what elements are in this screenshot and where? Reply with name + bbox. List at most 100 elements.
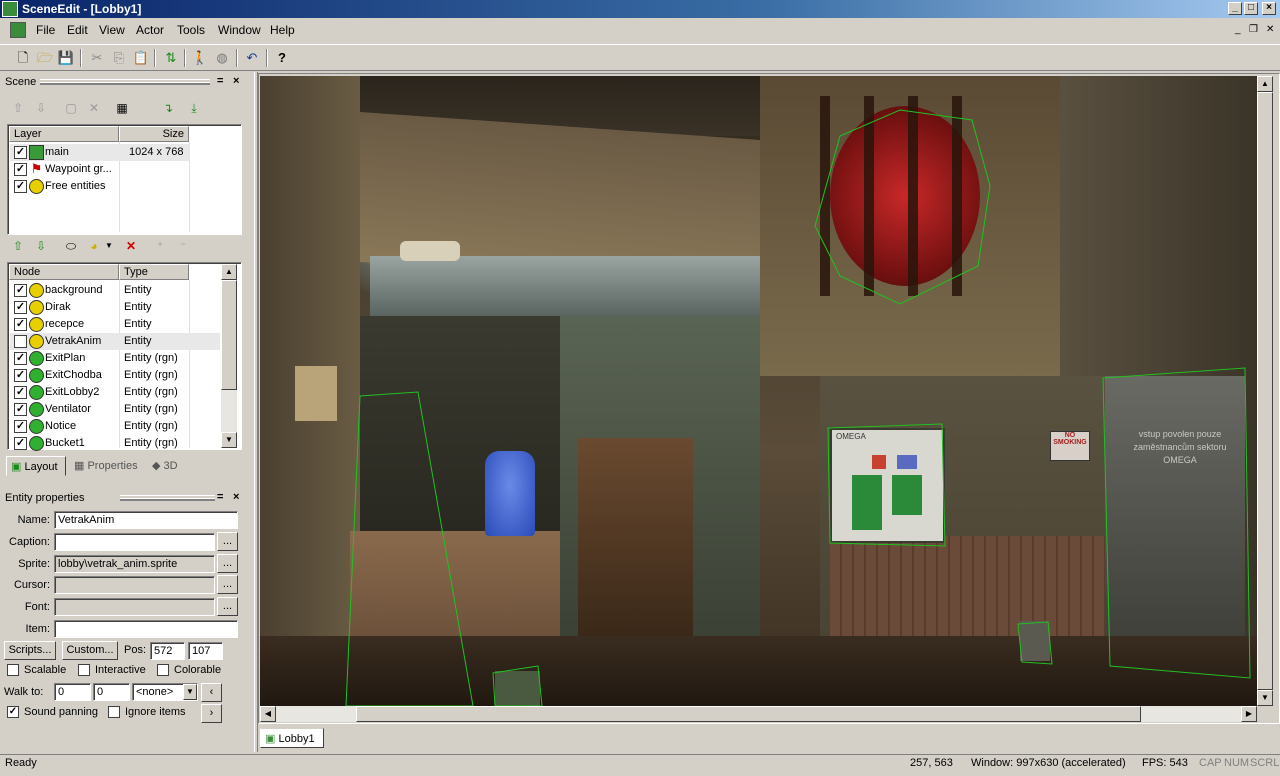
tab-layout[interactable]: ▣ Layout xyxy=(6,456,66,476)
undo-icon[interactable]: ↶ xyxy=(243,49,261,67)
maximize-button[interactable]: □ xyxy=(1244,2,1258,15)
scroll-thumb[interactable] xyxy=(356,706,1141,722)
dropdown-arrow-icon[interactable]: ▼ xyxy=(183,684,197,700)
menu-window[interactable]: Window xyxy=(218,23,261,37)
menu-edit[interactable]: Edit xyxy=(67,23,88,37)
scroll-up-icon[interactable]: ▲ xyxy=(221,264,237,280)
tab-properties[interactable]: ▦ Properties xyxy=(70,456,146,476)
delete-layer-icon[interactable]: ✕ xyxy=(86,100,102,116)
delete-node-icon[interactable]: ✕ xyxy=(123,238,139,254)
node-column-header[interactable]: Node xyxy=(9,264,119,280)
menu-file[interactable]: File xyxy=(36,23,55,37)
panel-pin-icon[interactable]: = xyxy=(217,75,223,87)
list-item[interactable]: ✓ main 1024 x 768 xyxy=(10,144,190,161)
new-layer-icon[interactable]: ▢ xyxy=(63,100,79,116)
help-icon[interactable]: ? xyxy=(273,49,291,67)
node-visible-checkbox[interactable]: ✓ xyxy=(14,284,27,297)
list-item[interactable]: ✓ ⚑ Waypoint gr... xyxy=(10,161,190,178)
scroll-down-icon[interactable]: ▼ xyxy=(221,432,237,448)
walk-pick-button[interactable]: ‹ xyxy=(201,683,222,702)
title-bar[interactable]: SceneEdit - [Lobby1] _ □ × xyxy=(0,0,1280,18)
copy-icon[interactable]: ⎘ xyxy=(110,49,128,67)
node-visible-checkbox[interactable]: ✓ xyxy=(14,369,27,382)
node-visible-checkbox[interactable]: ✓ xyxy=(14,386,27,399)
checkbox-box[interactable]: ✓ xyxy=(7,706,19,719)
node-visible-checkbox[interactable]: ✓ xyxy=(14,352,27,365)
node-visible-checkbox[interactable]: ✓ xyxy=(14,437,27,450)
layer-column-header[interactable]: Layer xyxy=(9,126,119,142)
move-layer-up-icon[interactable]: ⇧ xyxy=(10,100,26,116)
scroll-left-icon[interactable]: ◀ xyxy=(260,706,276,722)
actor-outline-icon[interactable]: ◍ xyxy=(213,49,231,67)
font-browse-button[interactable]: ... xyxy=(217,597,238,616)
add-region-icon[interactable]: ⤓ xyxy=(186,100,202,116)
colorable-checkbox[interactable]: Colorable xyxy=(157,664,221,677)
table-row[interactable]: VetrakAnim Entity xyxy=(10,333,220,350)
close-button[interactable]: × xyxy=(1262,2,1276,15)
add-region-node-icon[interactable]: ⬭ xyxy=(63,238,79,254)
sound-panning-checkbox[interactable]: ✓ Sound panning xyxy=(7,706,98,719)
actor-icon[interactable]: 🚶 xyxy=(191,49,209,67)
layer-visible-checkbox[interactable]: ✓ xyxy=(14,163,27,176)
tab-3d[interactable]: ◆ 3D xyxy=(148,456,188,476)
paste-icon[interactable]: 📋 xyxy=(132,49,150,67)
cursor-field[interactable] xyxy=(54,576,215,594)
panel-grip[interactable] xyxy=(40,79,210,85)
panel-close-icon[interactable]: × xyxy=(233,491,239,503)
remove-point-icon[interactable]: ⁻ xyxy=(175,238,191,254)
scene-viewport[interactable]: OMEGA NO SMOKING vstup povolen pouze zam… xyxy=(260,76,1257,706)
menu-actor[interactable]: Actor xyxy=(136,23,164,37)
menu-help[interactable]: Help xyxy=(270,23,295,37)
table-row[interactable]: ✓ ExitLobby2 Entity (rgn) xyxy=(10,384,220,401)
cut-icon[interactable]: ✂ xyxy=(88,49,106,67)
node-visible-checkbox[interactable]: ✓ xyxy=(14,403,27,416)
list-item[interactable]: ✓ Free entities xyxy=(10,178,190,195)
node-visible-checkbox[interactable]: ✓ xyxy=(14,301,27,314)
node-visible-checkbox[interactable] xyxy=(14,335,27,348)
layer-visible-checkbox[interactable]: ✓ xyxy=(14,180,27,193)
add-entity-icon[interactable]: ◕ xyxy=(86,238,102,254)
ignore-items-checkbox[interactable]: Ignore items xyxy=(108,706,186,719)
refresh-icon[interactable]: ⇅ xyxy=(162,49,180,67)
scalable-checkbox[interactable]: Scalable xyxy=(7,664,66,677)
mdi-restore-icon[interactable]: ❐ xyxy=(1249,24,1258,35)
document-icon[interactable] xyxy=(10,22,26,38)
caption-field[interactable] xyxy=(54,533,215,551)
add-point-icon[interactable]: ⁺ xyxy=(152,238,168,254)
table-row[interactable]: ✓ Ventilator Entity (rgn) xyxy=(10,401,220,418)
table-row[interactable]: ✓ ExitPlan Entity (rgn) xyxy=(10,350,220,367)
scroll-down-icon[interactable]: ▼ xyxy=(1257,690,1273,706)
layer-properties-icon[interactable]: ▦ xyxy=(114,100,130,116)
save-icon[interactable]: 💾 xyxy=(57,49,75,67)
cursor-browse-button[interactable]: ... xyxy=(217,575,238,594)
type-column-header[interactable]: Type xyxy=(119,264,189,280)
open-folder-icon[interactable]: 🗁 xyxy=(36,49,54,67)
interactive-checkbox[interactable]: Interactive xyxy=(78,664,146,677)
viewport-horizontal-scrollbar[interactable]: ◀ ▶ xyxy=(260,706,1257,722)
panel-grip[interactable] xyxy=(120,495,215,501)
walk-x-field[interactable]: 0 xyxy=(54,683,91,701)
new-file-icon[interactable]: 🗋 xyxy=(14,49,32,67)
mdi-minimize-icon[interactable]: _ xyxy=(1235,24,1241,35)
table-row[interactable]: ✓ Bucket1 Entity (rgn) xyxy=(10,435,220,452)
item-field[interactable] xyxy=(54,620,238,638)
table-row[interactable]: ✓ Notice Entity (rgn) xyxy=(10,418,220,435)
mdi-close-icon[interactable]: ✕ xyxy=(1266,24,1274,35)
table-row[interactable]: ✓ recepce Entity xyxy=(10,316,220,333)
dropdown-arrow-icon[interactable]: ▼ xyxy=(101,238,117,254)
menu-tools[interactable]: Tools xyxy=(177,23,205,37)
panel-pin-icon[interactable]: = xyxy=(217,491,223,503)
menu-view[interactable]: View xyxy=(99,23,125,37)
more-button[interactable]: › xyxy=(201,704,222,723)
pos-y-field[interactable]: 107 xyxy=(188,642,223,660)
panel-close-icon[interactable]: × xyxy=(233,75,239,87)
custom-button[interactable]: Custom... xyxy=(62,641,118,660)
scroll-up-icon[interactable]: ▲ xyxy=(1257,76,1273,92)
move-node-down-icon[interactable]: ⇩ xyxy=(33,238,49,254)
name-field[interactable]: VetrakAnim xyxy=(54,511,238,529)
scroll-thumb[interactable] xyxy=(221,280,237,390)
layer-visible-checkbox[interactable]: ✓ xyxy=(14,146,27,159)
walk-y-field[interactable]: 0 xyxy=(93,683,130,701)
add-waypoint-icon[interactable]: ↴ xyxy=(160,100,176,116)
sprite-field[interactable]: lobby\vetrak_anim.sprite xyxy=(54,555,215,573)
